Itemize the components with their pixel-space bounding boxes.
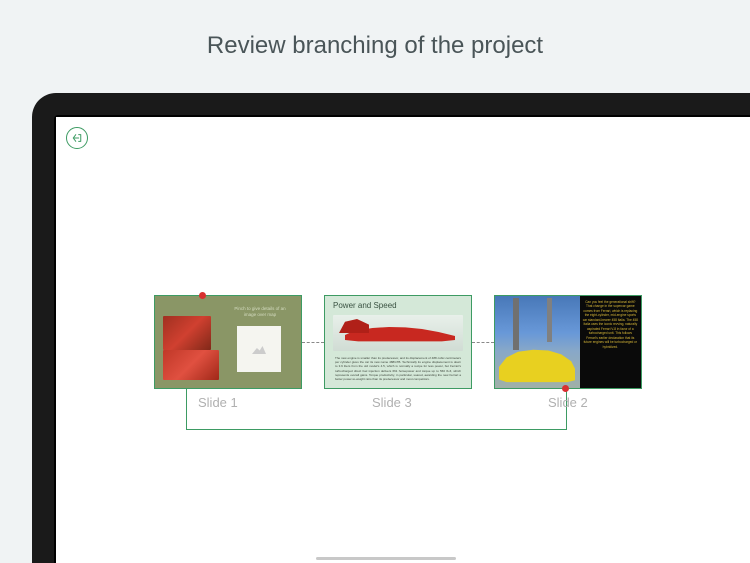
slide-thumbnail-3[interactable]: Power and Speed The new engine is smalle… <box>324 295 472 389</box>
slide-image <box>163 316 211 350</box>
connector-line <box>302 342 324 343</box>
image-placeholder <box>237 326 281 372</box>
branch-path <box>186 389 187 429</box>
slide-image <box>495 296 580 388</box>
slide-label: Slide 1 <box>198 395 238 410</box>
app-screen: Pinch to give details of an image over m… <box>56 117 750 563</box>
slide-thumbnail-1[interactable]: Pinch to give details of an image over m… <box>154 295 302 389</box>
connector-line <box>472 342 494 343</box>
slide-image <box>163 350 219 380</box>
branch-path <box>186 429 567 430</box>
slide-title: Power and Speed <box>325 296 471 313</box>
branching-canvas[interactable]: Pinch to give details of an image over m… <box>56 117 750 563</box>
slide-body-text: Can you feel the generational shift? Tha… <box>580 296 641 388</box>
page-title: Review branching of the project <box>0 0 750 88</box>
tablet-bezel: Pinch to give details of an image over m… <box>54 115 750 563</box>
horizontal-scrollbar[interactable] <box>316 557 456 560</box>
branch-marker-icon[interactable] <box>199 292 206 299</box>
branch-marker-icon[interactable] <box>562 385 569 392</box>
slide-image <box>333 315 463 351</box>
slide-label: Slide 2 <box>548 395 588 410</box>
slide-label: Slide 3 <box>372 395 412 410</box>
tablet-device-frame: Pinch to give details of an image over m… <box>32 93 750 563</box>
slide-caption: Pinch to give details of an image over m… <box>229 306 291 318</box>
slide-thumbnail-2[interactable]: Can you feel the generational shift? Tha… <box>494 295 642 389</box>
slide-body-text: The new engine is smaller than its prede… <box>325 353 471 384</box>
